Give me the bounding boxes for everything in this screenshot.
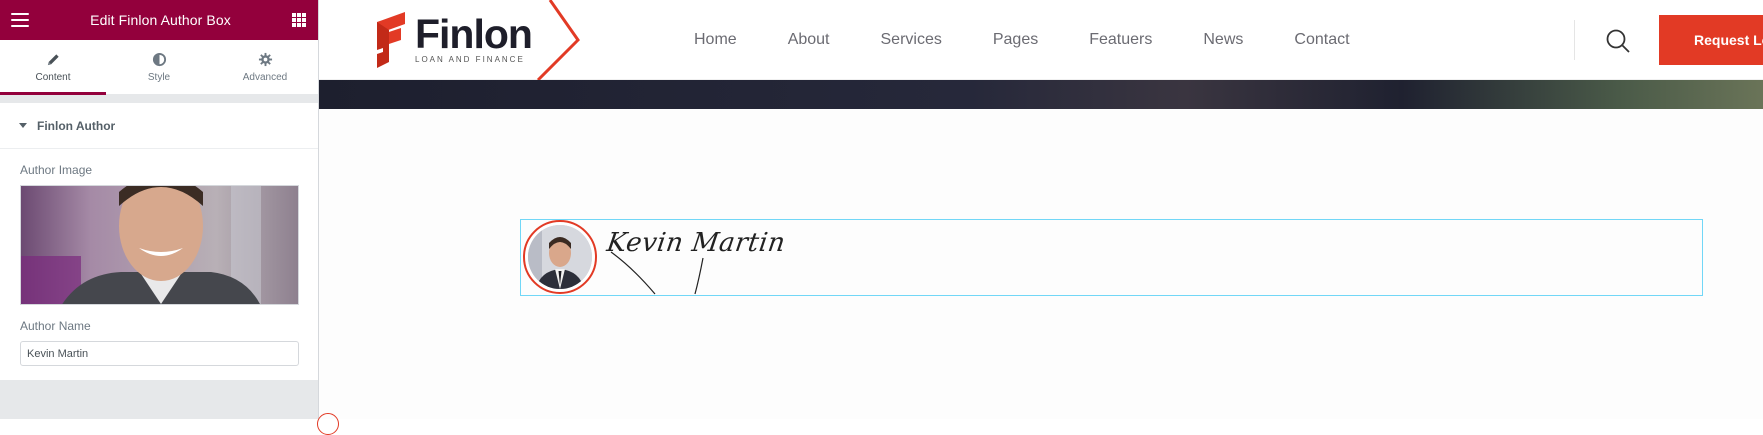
author-signature: Kevin Martin bbox=[604, 228, 788, 258]
section-title: Finlon Author bbox=[37, 118, 116, 133]
divider bbox=[0, 95, 318, 103]
request-loan-button[interactable]: Request Lo bbox=[1659, 15, 1763, 65]
nav-item-news[interactable]: News bbox=[1203, 31, 1243, 49]
tab-advanced-label: Advanced bbox=[242, 71, 288, 83]
main-nav: Home About Services Pages Featuers News … bbox=[694, 0, 1350, 80]
tab-advanced[interactable]: Advanced bbox=[212, 40, 318, 94]
author-image-control: Author Image bbox=[0, 149, 318, 305]
site-header: Finlon LOAN AND FINANCE Home About Servi… bbox=[319, 0, 1763, 80]
panel-header: Edit Finlon Author Box bbox=[0, 0, 318, 40]
gear-icon bbox=[258, 52, 272, 66]
pencil-icon bbox=[47, 53, 59, 65]
menu-icon[interactable] bbox=[11, 13, 29, 27]
panel-title: Edit Finlon Author Box bbox=[90, 12, 231, 28]
tab-content-label: Content bbox=[35, 71, 71, 83]
widgets-grid-icon[interactable] bbox=[291, 13, 306, 27]
logo-mark-icon bbox=[377, 12, 405, 68]
tab-content[interactable]: Content bbox=[0, 40, 106, 95]
header-divider bbox=[1574, 20, 1575, 60]
nav-item-home[interactable]: Home bbox=[694, 31, 737, 49]
caret-down-icon bbox=[19, 123, 27, 128]
section-finlon-author: Finlon Author Author Image Author Name K… bbox=[0, 103, 318, 380]
header-chevron-shape bbox=[536, 0, 580, 80]
page-preview: Finlon LOAN AND FINANCE Home About Servi… bbox=[317, 0, 1763, 435]
logo-wordmark: Finlon bbox=[415, 11, 533, 57]
tab-style-label: Style bbox=[147, 71, 171, 83]
decorative-circle bbox=[317, 413, 339, 435]
nav-item-pages[interactable]: Pages bbox=[993, 31, 1038, 49]
author-image-label: Author Image bbox=[20, 163, 93, 177]
author-box-widget[interactable]: Kevin Martin bbox=[520, 219, 1703, 296]
author-name-control: Author Name bbox=[0, 305, 318, 366]
author-image-preview[interactable] bbox=[20, 185, 299, 305]
section-toggle[interactable]: Finlon Author bbox=[0, 103, 318, 149]
author-name-input[interactable] bbox=[20, 341, 299, 366]
nav-item-contact[interactable]: Contact bbox=[1294, 31, 1349, 49]
logo-tagline: LOAN AND FINANCE bbox=[415, 55, 525, 64]
hero-image-strip bbox=[319, 80, 1763, 109]
editor-panel: Edit Finlon Author Box Content Style Adv… bbox=[0, 0, 319, 419]
author-avatar bbox=[523, 220, 597, 294]
site-logo[interactable]: Finlon LOAN AND FINANCE bbox=[373, 10, 533, 68]
tab-style[interactable]: Style bbox=[106, 40, 212, 94]
nav-item-about[interactable]: About bbox=[788, 31, 830, 49]
author-avatar-photo bbox=[528, 225, 592, 289]
panel-tabs: Content Style Advanced bbox=[0, 40, 318, 95]
nav-item-featuers[interactable]: Featuers bbox=[1089, 31, 1152, 49]
half-circle-icon bbox=[152, 52, 166, 66]
search-icon[interactable] bbox=[1605, 28, 1631, 54]
author-name-label: Author Name bbox=[20, 319, 91, 333]
nav-item-services[interactable]: Services bbox=[881, 31, 942, 49]
author-photo bbox=[21, 186, 298, 304]
